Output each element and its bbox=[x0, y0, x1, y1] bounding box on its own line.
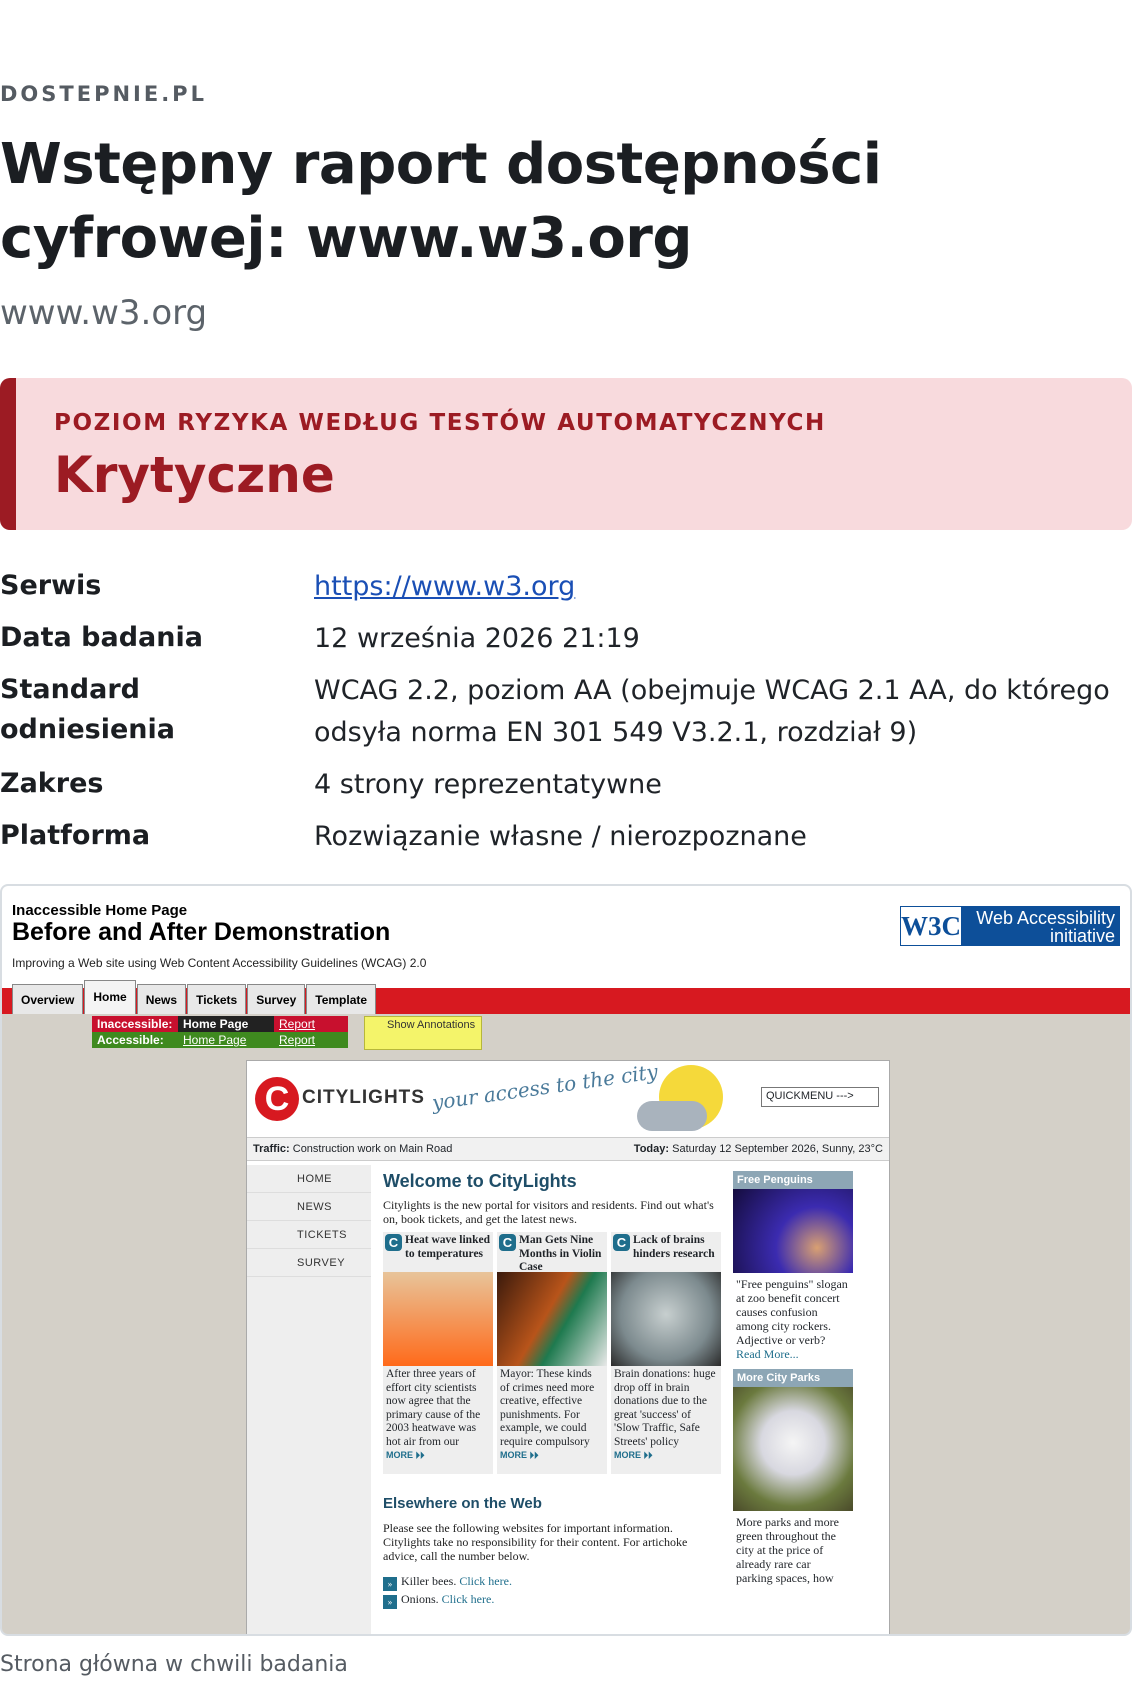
link-text: Killer bees. bbox=[401, 1574, 457, 1588]
meta-key: Zakres bbox=[0, 768, 104, 799]
card-image bbox=[383, 1272, 493, 1366]
elsewhere-heading: Elsewhere on the Web bbox=[383, 1495, 542, 1512]
current-page-label: Home Page bbox=[178, 1016, 274, 1032]
w3c-logo-text: Web Accessibility initiative bbox=[961, 907, 1119, 945]
read-more-link[interactable]: Read More... bbox=[736, 1347, 799, 1361]
w3c-logo-mark: W3C bbox=[901, 907, 961, 945]
w3c-wai-logo: W3C Web Accessibility initiative bbox=[900, 906, 1120, 946]
page-subtitle: www.w3.org bbox=[0, 293, 208, 333]
click-here-link[interactable]: Click here. bbox=[442, 1592, 495, 1606]
meta-row-platform: Platforma Rozwiązanie własne / nierozpoz… bbox=[0, 816, 1132, 858]
report-metadata: Serwis https://www.w3.org Data badania 1… bbox=[0, 566, 1132, 868]
meta-value: 12 września 2026 21:19 bbox=[314, 623, 640, 654]
news-card: Man Gets Nine Months in Violin Case Mayo… bbox=[497, 1232, 607, 1474]
bullet-icon: » bbox=[383, 1577, 397, 1591]
meta-key: Serwis bbox=[0, 570, 102, 601]
meta-row-date: Data badania 12 września 2026 21:19 bbox=[0, 618, 1132, 660]
side-image bbox=[733, 1387, 853, 1511]
citylights-tagline: your access to the city bbox=[430, 1059, 660, 1115]
demo-subtitle: Improving a Web site using Web Content A… bbox=[12, 956, 427, 970]
accessible-label: Accessible: bbox=[92, 1032, 178, 1048]
meta-key: Standard odniesienia bbox=[0, 674, 175, 745]
tab-tickets[interactable]: Tickets bbox=[187, 984, 247, 1014]
side-heading: Free Penguins bbox=[733, 1171, 853, 1189]
meta-value: WCAG 2.2, poziom AA (obejmuje WCAG 2.1 A… bbox=[314, 675, 1110, 748]
tab-template[interactable]: Template bbox=[306, 984, 377, 1014]
side-text: More parks and more green throughout the… bbox=[733, 1511, 853, 1589]
tab-survey[interactable]: Survey bbox=[247, 984, 306, 1014]
welcome-text: Citylights is the new portal for visitor… bbox=[383, 1198, 714, 1226]
citylights-main: Welcome to CityLights Citylights is the … bbox=[383, 1171, 723, 1474]
show-annotations-button[interactable]: Show Annotations bbox=[364, 1016, 482, 1050]
citylights-logo-icon: C bbox=[255, 1077, 299, 1121]
today-text: Saturday 12 September 2026, Sunny, 23°C bbox=[672, 1143, 883, 1155]
news-card: Heat wave linked to temperatures After t… bbox=[383, 1232, 493, 1474]
accessible-home-link[interactable]: Home Page bbox=[183, 1033, 246, 1047]
nav-home[interactable]: HOME bbox=[247, 1165, 371, 1193]
demo-header: Inaccessible Home Page Before and After … bbox=[2, 886, 1130, 988]
card-title: Heat wave linked to temperatures bbox=[383, 1232, 493, 1272]
elsewhere-links: » Killer bees. Click here. » Onions. Click… bbox=[383, 1573, 512, 1609]
meta-row-scope: Zakres 4 strony reprezentatywne bbox=[0, 764, 1132, 806]
traffic-text: Construction work on Main Road bbox=[292, 1143, 453, 1155]
traffic-label: Traffic: bbox=[253, 1143, 290, 1155]
site-kicker: DOSTEPNIE.PL bbox=[0, 82, 207, 106]
quickmenu-select[interactable]: QUICKMENU ---> bbox=[761, 1087, 879, 1107]
side-image bbox=[733, 1189, 853, 1273]
inaccessible-label: Inaccessible: bbox=[92, 1016, 178, 1032]
side-heading: More City Parks bbox=[733, 1369, 853, 1387]
card-image bbox=[497, 1272, 607, 1366]
more-link[interactable]: MORE ⏵⏵ bbox=[614, 1450, 653, 1460]
elsewhere-text: Please see the following websites for im… bbox=[383, 1521, 688, 1563]
demo-tabs: Overview Home News Tickets Survey Templa… bbox=[12, 980, 377, 1014]
meta-value: Rozwiązanie własne / nierozpoznane bbox=[314, 821, 807, 852]
citylights-page: C CITYLIGHTS your access to the city QUI… bbox=[246, 1059, 890, 1634]
meta-row-standard: Standard odniesienia WCAG 2.2, poziom AA… bbox=[0, 670, 1132, 754]
demo-small-title: Inaccessible Home Page bbox=[12, 902, 188, 919]
nav-survey[interactable]: SURVEY bbox=[247, 1249, 371, 1277]
service-link[interactable]: https://www.w3.org bbox=[314, 571, 575, 602]
welcome-heading: Welcome to CityLights bbox=[383, 1171, 577, 1191]
card-image bbox=[611, 1272, 721, 1366]
news-cards: Heat wave linked to temperatures After t… bbox=[383, 1232, 723, 1474]
risk-label: POZIOM RYZYKA WEDŁUG TESTÓW AUTOMATYCZNY… bbox=[54, 410, 826, 436]
nav-tickets[interactable]: TICKETS bbox=[247, 1221, 371, 1249]
citylights-header: C CITYLIGHTS your access to the city QUI… bbox=[247, 1059, 889, 1137]
citylights-sidebar: Free Penguins "Free penguins" slogan at … bbox=[733, 1171, 853, 1589]
meta-row-service: Serwis https://www.w3.org bbox=[0, 566, 1132, 608]
card-text: Brain donations: huge drop off in brain … bbox=[614, 1368, 716, 1448]
side-text: "Free penguins" slogan at zoo benefit co… bbox=[736, 1277, 848, 1347]
screenshot-caption: Strona główna w chwili badania bbox=[0, 1652, 348, 1677]
access-switch: Inaccessible: Home Page Report Accessibl… bbox=[92, 1016, 348, 1048]
inaccessible-report-link[interactable]: Report bbox=[279, 1017, 315, 1031]
page-title: Wstępny raport dostępności cyfrowej: www… bbox=[0, 132, 882, 271]
card-title: Lack of brains hinders research bbox=[611, 1232, 721, 1272]
citylights-nav: HOME NEWS TICKETS SURVEY bbox=[247, 1165, 371, 1634]
meta-key: Data badania bbox=[0, 622, 203, 653]
demo-big-title: Before and After Demonstration bbox=[12, 918, 391, 946]
status-bar: Traffic: Construction work on Main Road … bbox=[247, 1137, 889, 1161]
tab-home[interactable]: Home bbox=[84, 980, 136, 1014]
card-text: After three years of effort city scienti… bbox=[386, 1368, 481, 1448]
cloud-icon bbox=[637, 1101, 707, 1131]
more-link[interactable]: MORE ⏵⏵ bbox=[500, 1450, 539, 1460]
bullet-icon: » bbox=[383, 1595, 397, 1609]
click-here-link[interactable]: Click here. bbox=[459, 1574, 512, 1588]
homepage-screenshot: Inaccessible Home Page Before and After … bbox=[0, 884, 1132, 1636]
more-link[interactable]: MORE ⏵⏵ bbox=[386, 1450, 425, 1460]
tab-overview[interactable]: Overview bbox=[12, 984, 84, 1014]
card-title: Man Gets Nine Months in Violin Case bbox=[497, 1232, 607, 1273]
risk-value: Krytyczne bbox=[54, 446, 335, 504]
link-text: Onions. bbox=[401, 1592, 439, 1606]
card-text: Mayor: These kinds of crimes need more c… bbox=[500, 1368, 595, 1448]
meta-key: Platforma bbox=[0, 820, 151, 851]
tab-news[interactable]: News bbox=[136, 984, 187, 1014]
accessible-report-link[interactable]: Report bbox=[279, 1033, 315, 1047]
citylights-name: CITYLIGHTS bbox=[302, 1087, 425, 1108]
risk-banner: POZIOM RYZYKA WEDŁUG TESTÓW AUTOMATYCZNY… bbox=[0, 378, 1132, 530]
today-label: Today: bbox=[633, 1143, 670, 1155]
nav-news[interactable]: NEWS bbox=[247, 1193, 371, 1221]
meta-value: 4 strony reprezentatywne bbox=[314, 769, 662, 800]
news-card: Lack of brains hinders research Brain do… bbox=[611, 1232, 721, 1474]
